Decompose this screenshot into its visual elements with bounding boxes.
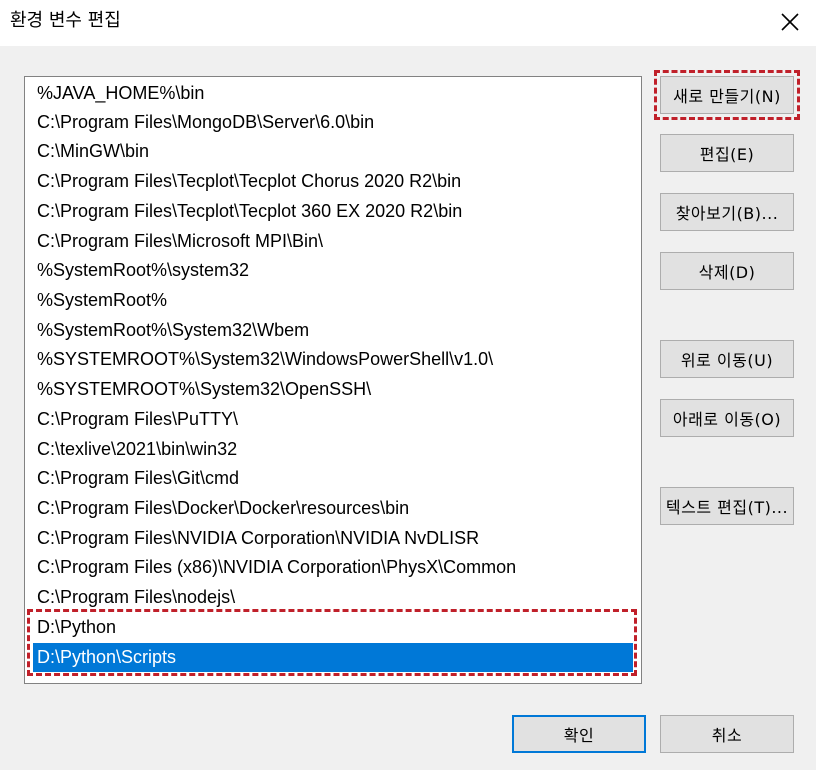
path-list-item[interactable]: %SystemRoot%\System32\Wbem <box>33 316 633 345</box>
window-title: 환경 변수 편집 <box>10 10 121 31</box>
path-list-item[interactable]: %SYSTEMROOT%\System32\WindowsPowerShell\… <box>33 345 633 374</box>
move-down-button[interactable]: 아래로 이동(O) <box>660 399 794 437</box>
path-list-item[interactable]: C:\Program Files (x86)\NVIDIA Corporatio… <box>33 553 633 582</box>
path-list-item[interactable]: C:\Program Files\Tecplot\Tecplot Chorus … <box>33 167 633 196</box>
path-list-item[interactable]: %SYSTEMROOT%\System32\OpenSSH\ <box>33 375 633 404</box>
path-list-item[interactable]: C:\Program Files\Docker\Docker\resources… <box>33 494 633 523</box>
close-icon <box>781 13 799 31</box>
new-button[interactable]: 새로 만들기(N) <box>660 76 794 114</box>
path-list-item[interactable]: C:\Program Files\Tecplot\Tecplot 360 EX … <box>33 197 633 226</box>
path-list-item[interactable]: C:\MinGW\bin <box>33 137 633 166</box>
delete-button[interactable]: 삭제(D) <box>660 252 794 290</box>
path-list-item[interactable]: C:\Program Files\nodejs\ <box>33 583 633 612</box>
edit-button[interactable]: 편집(E) <box>660 134 794 172</box>
close-button[interactable] <box>770 4 810 40</box>
move-up-button[interactable]: 위로 이동(U) <box>660 340 794 378</box>
path-list-item[interactable]: C:\Program Files\PuTTY\ <box>33 405 633 434</box>
cancel-button[interactable]: 취소 <box>660 715 794 753</box>
ok-button[interactable]: 확인 <box>512 715 646 753</box>
path-list-item[interactable]: %SystemRoot% <box>33 286 633 315</box>
path-list-item[interactable]: C:\texlive\2021\bin\win32 <box>33 435 633 464</box>
path-list-item[interactable]: C:\Program Files\Microsoft MPI\Bin\ <box>33 227 633 256</box>
path-list-item[interactable]: %SystemRoot%\system32 <box>33 256 633 285</box>
path-list[interactable]: %JAVA_HOME%\bin C:\Program Files\MongoDB… <box>24 76 642 684</box>
path-list-item[interactable]: %JAVA_HOME%\bin <box>33 79 633 108</box>
path-list-item[interactable]: C:\Program Files\MongoDB\Server\6.0\bin <box>33 108 633 137</box>
edit-text-button[interactable]: 텍스트 편집(T)... <box>660 487 794 525</box>
title-bar: 환경 변수 편집 <box>0 0 816 46</box>
browse-button[interactable]: 찾아보기(B)... <box>660 193 794 231</box>
path-list-item[interactable]: D:\Python\Scripts <box>33 643 633 672</box>
path-list-item[interactable]: D:\Python <box>33 613 633 642</box>
path-list-item[interactable]: C:\Program Files\Git\cmd <box>33 464 633 493</box>
path-list-item[interactable]: C:\Program Files\NVIDIA Corporation\NVID… <box>33 524 633 553</box>
